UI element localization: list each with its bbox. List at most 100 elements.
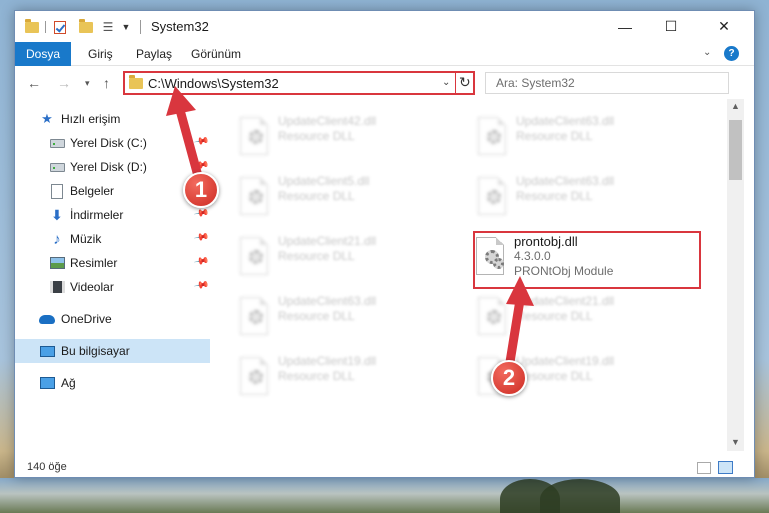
dll-file-icon (474, 177, 510, 219)
file-tile[interactable]: UpdateClient5.dll Resource DLL (228, 171, 448, 225)
file-type: Resource DLL (516, 189, 593, 203)
drive-icon (49, 159, 65, 175)
tab-share[interactable]: Paylaş (123, 42, 185, 66)
drive-icon (49, 135, 65, 151)
maximize-button[interactable]: ☐ (648, 11, 694, 42)
file-name: UpdateClient19.dll (516, 354, 615, 368)
status-bar: 140 öğe (15, 459, 754, 477)
dll-file-icon (236, 177, 272, 219)
window-title: System32 (151, 19, 209, 34)
file-tile[interactable]: UpdateClient63.dll Resource DLL (466, 171, 686, 225)
file-tile[interactable]: UpdateClient42.dll Resource DLL (228, 111, 448, 165)
list-properties-icon[interactable]: ☰ (101, 18, 115, 36)
download-icon: ⬇ (51, 206, 63, 223)
file-name: UpdateClient63.dll (516, 174, 615, 188)
refresh-icon[interactable]: ↻ (459, 74, 471, 91)
sidebar-item-label: Müzik (70, 232, 102, 246)
highlight-box-file (473, 231, 701, 289)
large-icons-view-icon[interactable] (718, 461, 733, 474)
scroll-thumb[interactable] (729, 120, 742, 180)
sidebar-item-pictures[interactable]: Resimler 📌 (15, 251, 210, 275)
sidebar-item-local-disk-d[interactable]: Yerel Disk (D:) 📌 (15, 155, 210, 179)
close-button[interactable]: ✕ (694, 11, 754, 42)
sidebar-item-label: Resimler (70, 256, 118, 270)
sidebar-item-local-disk-c[interactable]: Yerel Disk (C:) 📌 (15, 131, 210, 155)
navigation-bar: ← → ▾ ↑ C:\Windows\System32 ⌄ ↻ Ara: Sys… (15, 67, 754, 99)
file-type: Resource DLL (516, 129, 593, 143)
divider (45, 21, 46, 33)
file-tile[interactable]: UpdateClient21.dll Resource DLL (466, 291, 686, 345)
file-name: UpdateClient63.dll (516, 114, 615, 128)
tab-file[interactable]: Dosya (15, 42, 71, 66)
address-path[interactable]: C:\Windows\System32 (148, 76, 279, 91)
palm-tree-silhouette (540, 479, 620, 513)
network-icon (39, 375, 55, 391)
up-arrow-icon[interactable]: ↑ (103, 75, 110, 91)
file-tile[interactable]: UpdateClient19.dll Resource DLL (228, 351, 448, 405)
title-bar: ☰ ▼ System32 — ☐ ✕ (15, 11, 754, 42)
sidebar-item-videos[interactable]: Videolar 📌 (15, 275, 210, 299)
tab-home[interactable]: Giriş (75, 42, 126, 66)
expand-ribbon-chevron-icon[interactable]: ⌄ (703, 47, 711, 58)
tab-view[interactable]: Görünüm (178, 42, 254, 66)
address-history-chevron-icon[interactable]: ⌄ (442, 77, 450, 88)
scroll-up-arrow-icon[interactable]: ▲ (731, 101, 740, 111)
sidebar-item-quick-access[interactable]: ★ Hızlı erişim (15, 107, 210, 131)
sidebar-item-label: Videolar (70, 280, 114, 294)
vertical-scrollbar[interactable]: ▲ ▼ (727, 99, 744, 451)
divider (455, 73, 456, 93)
this-pc-icon (39, 343, 55, 359)
sidebar-item-downloads[interactable]: ⬇ İndirmeler 📌 (15, 203, 210, 227)
sidebar-item-onedrive[interactable]: OneDrive (15, 307, 210, 331)
address-bar[interactable]: C:\Windows\System32 ⌄ ↻ (123, 71, 475, 95)
sidebar-item-label: Ağ (61, 376, 76, 390)
ribbon-tabs: Dosya Giriş Paylaş Görünüm ⌄ ? (15, 42, 754, 66)
recent-locations-chevron-icon[interactable]: ▾ (85, 78, 90, 89)
annotation-badge-2: 2 (491, 360, 527, 396)
videos-icon (49, 279, 65, 295)
navigation-pane: ★ Hızlı erişim Yerel Disk (C:) 📌 Yerel D… (15, 99, 210, 451)
sidebar-item-this-pc[interactable]: Bu bilgisayar (15, 339, 210, 363)
properties-check-icon[interactable] (53, 18, 67, 36)
minimize-button[interactable]: — (602, 11, 648, 42)
file-tile[interactable]: UpdateClient63.dll Resource DLL (228, 291, 448, 345)
desktop-background (0, 478, 769, 513)
file-tile[interactable]: UpdateClient63.dll Resource DLL (466, 111, 686, 165)
folder-icon (25, 18, 39, 36)
sidebar-item-label: Yerel Disk (D:) (70, 160, 147, 174)
sidebar-item-label: OneDrive (61, 312, 112, 326)
dll-file-icon (236, 297, 272, 339)
scroll-down-arrow-icon[interactable]: ▼ (731, 437, 740, 447)
sidebar-item-label: İndirmeler (70, 208, 124, 222)
pin-icon: 📌 (192, 229, 210, 246)
file-name: UpdateClient63.dll (278, 294, 377, 308)
sidebar-item-documents[interactable]: Belgeler 📌 (15, 179, 210, 203)
sidebar-item-network[interactable]: Ağ (15, 371, 210, 395)
file-type: Resource DLL (278, 249, 355, 263)
pictures-icon (49, 255, 65, 271)
item-count: 140 öğe (27, 461, 67, 473)
dll-file-icon (236, 237, 272, 279)
help-icon[interactable]: ? (724, 46, 739, 61)
file-name: UpdateClient5.dll (278, 174, 370, 188)
annotation-badge-1: 1 (183, 172, 219, 208)
divider (140, 20, 141, 34)
details-view-icon[interactable] (697, 462, 711, 474)
sidebar-item-label: Yerel Disk (C:) (70, 136, 147, 150)
dll-file-icon (236, 357, 272, 399)
sidebar-item-label: Hızlı erişim (61, 112, 121, 126)
search-input[interactable]: Ara: System32 (485, 72, 729, 94)
star-icon: ★ (41, 111, 53, 126)
file-tile[interactable]: UpdateClient21.dll Resource DLL (228, 231, 448, 285)
forward-arrow-icon[interactable]: → (57, 75, 71, 91)
file-type: Resource DLL (278, 189, 355, 203)
customize-toolbar-chevron-icon[interactable]: ▼ (121, 18, 131, 36)
sidebar-item-music[interactable]: ♪ Müzik 📌 (15, 227, 210, 251)
back-arrow-icon[interactable]: ← (27, 75, 41, 91)
new-folder-icon[interactable] (79, 18, 93, 36)
file-type: Resource DLL (278, 129, 355, 143)
file-explorer-window: ☰ ▼ System32 — ☐ ✕ Dosya Giriş Paylaş Gö… (14, 10, 755, 478)
file-name: UpdateClient21.dll (516, 294, 615, 308)
file-name: UpdateClient42.dll (278, 114, 377, 128)
pin-icon: 📌 (192, 253, 210, 270)
